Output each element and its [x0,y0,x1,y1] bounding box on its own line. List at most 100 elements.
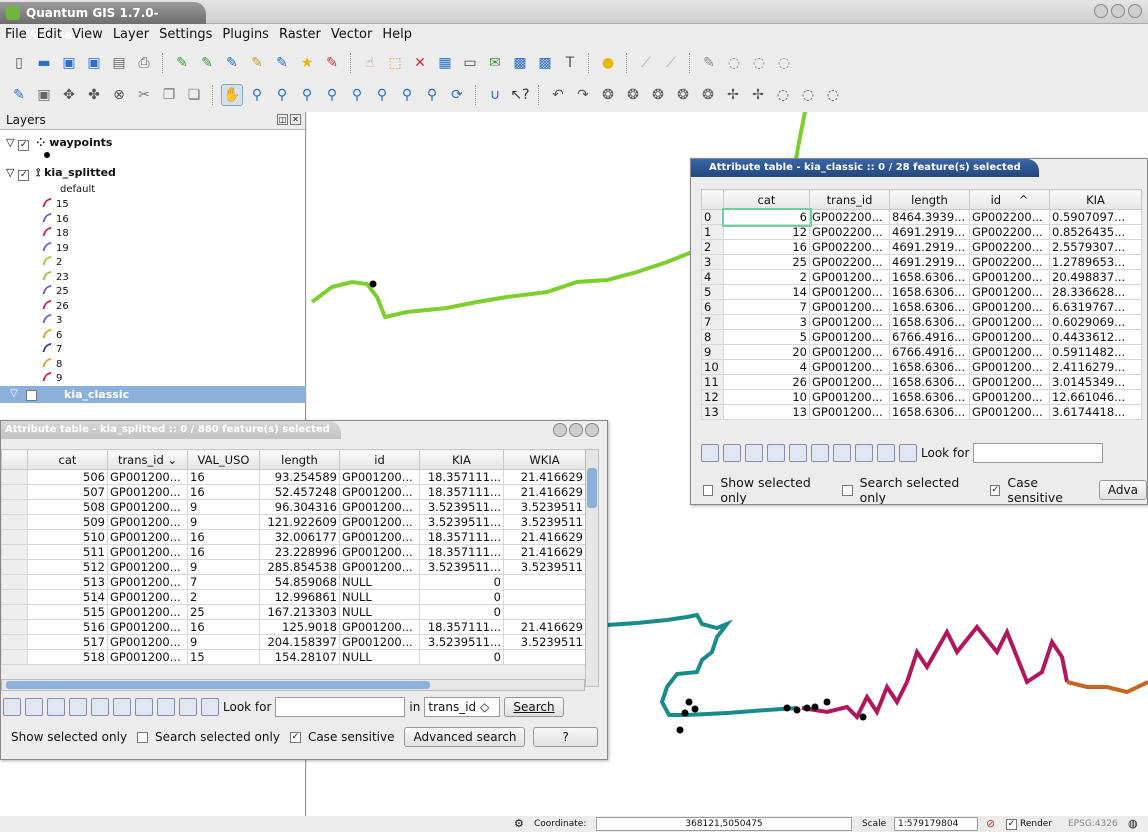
zoom-out-icon[interactable]: ⚲ [271,84,293,106]
delete-column-icon[interactable] [179,698,197,716]
coordinate-field[interactable]: 368121,5050475 [596,817,852,831]
table-cell[interactable]: 1658.6306... [889,299,970,315]
refresh-icon[interactable]: ⟳ [446,84,468,106]
table-cell[interactable]: 512 [27,559,108,575]
menu-help[interactable]: Help [377,24,417,46]
identify-icon[interactable]: ☝ [359,52,381,74]
row-header[interactable]: 2 [701,239,724,255]
remove-layer-icon[interactable]: ✎ [321,52,343,74]
table-cell[interactable]: NULL [339,604,420,620]
rotate-symbol-icon[interactable]: ◌ [772,84,794,106]
table-cell[interactable]: 518 [27,649,108,665]
copy-rows-icon[interactable] [767,444,785,462]
deselect-icon[interactable]: ✕ [409,52,431,74]
row-header[interactable] [1,574,28,590]
table-cell[interactable]: 125.9018 [259,619,340,635]
delete-selected-icon[interactable] [833,444,851,462]
add-spatialite-icon[interactable]: ✎ [246,52,268,74]
table-cell[interactable]: 18.357111... [419,544,504,560]
advanced-search-button[interactable]: Adva [1098,480,1147,500]
table-cell[interactable]: 16 [187,619,260,635]
paste-features-icon[interactable]: ❏ [183,84,205,106]
zoom-actual-icon[interactable]: ⚲ [421,84,443,106]
move-feature-icon[interactable]: ✥ [58,84,80,106]
table-cell[interactable]: 3.0145349... [1049,374,1142,390]
toggle-editing-icon[interactable] [113,698,131,716]
table-row[interactable]: 5 14 GP001200... 1658.6306... GP001200... 28.… [701,284,1142,300]
column-header-trans-id[interactable]: trans_id ⌄ [107,449,188,470]
field-calculator-icon[interactable] [201,698,219,716]
table-cell[interactable]: GP001200... [969,389,1050,405]
table-cell[interactable]: GP001200... [969,314,1050,330]
table-cell[interactable]: 0.5907097... [1049,209,1142,225]
table-cell[interactable]: NULL [339,649,420,665]
table-row[interactable]: 6 7 GP001200... 1658.6306... GP001200... 6.63… [701,299,1142,315]
table-row[interactable]: 4 2 GP001200... 1658.6306... GP001200... 20.4… [701,269,1142,285]
table-cell[interactable]: 510 [27,529,108,545]
table-cell[interactable]: GP001200... [339,469,420,485]
table-row[interactable]: 7 3 GP001200... 1658.6306... GP001200... 0.60… [701,314,1142,330]
save-as-icon[interactable]: ▣ [83,52,105,74]
table-cell[interactable]: 509 [27,514,108,530]
table-cell[interactable]: NULL [339,574,420,590]
row-header[interactable] [1,469,28,485]
table-cell[interactable]: GP001200... [339,499,420,515]
render-checkbox[interactable]: ✓ [1006,819,1017,830]
show-bookmarks-icon[interactable]: ▩ [534,52,556,74]
table-cell[interactable]: 16 [187,544,260,560]
table-cell[interactable]: GP001200... [339,634,420,650]
table-cell[interactable]: 3.5239511... [419,514,504,530]
invert-selection-icon[interactable] [47,698,65,716]
table-row[interactable]: 508 GP001200... 9 96.304316 GP001200... 3.523… [1,499,586,515]
table-cell[interactable]: GP001200... [809,329,890,345]
capture-point-icon[interactable]: ❂ [597,84,619,106]
table-cell[interactable]: GP002200... [809,239,890,255]
table-cell[interactable]: GP001200... [107,634,188,650]
search-selected-checkbox[interactable] [842,484,853,496]
table-cell[interactable]: GP001200... [107,649,188,665]
table-cell[interactable]: 96.304316 [259,499,340,515]
table-cell[interactable]: 507 [27,484,108,500]
table-cell[interactable]: 3.5239511... [419,559,504,575]
search-button[interactable]: Search [504,697,564,717]
table-cell[interactable]: 15 [187,649,260,665]
row-header[interactable]: 8 [701,329,724,345]
map-tips-icon[interactable]: ✉ [484,52,506,74]
new-project-icon[interactable]: ▯ [8,52,30,74]
table-row[interactable]: 509 GP001200... 9 121.922609 GP001200... 3.52… [1,514,586,530]
table-row[interactable]: 2 16 GP002200... 4691.2919... GP002200... 2.5… [701,239,1142,255]
row-header[interactable] [1,649,28,665]
plugin-icon[interactable]: ● [597,52,619,74]
table-row[interactable]: 12 10 GP001200... 1658.6306... GP001200... 12… [701,389,1142,405]
table-cell[interactable]: GP001200... [809,389,890,405]
table-cell[interactable]: GP001200... [107,529,188,545]
row-header[interactable] [1,499,28,515]
table-cell[interactable]: 3.5239511 [503,634,586,650]
close-button[interactable] [585,423,599,437]
table-cell[interactable]: 6766.4916... [889,344,970,360]
table-cell[interactable]: 3.5239511 [503,499,586,515]
table-row[interactable]: 516 GP001200... 16 125.9018 GP001200... 18.35… [1,619,586,635]
table-cell[interactable]: 0 [419,589,504,605]
table-row[interactable]: 11 26 GP001200... 1658.6306... GP001200... 3.… [701,374,1142,390]
table-row[interactable]: 506 GP001200... 16 93.254589 GP001200... 18.3… [1,469,586,485]
table-row[interactable]: 512 GP001200... 9 285.854538 GP001200... 3.52… [1,559,586,575]
new-layer-icon[interactable]: ★ [296,52,318,74]
table-cell[interactable]: 25 [723,254,810,270]
table-cell[interactable]: 513 [27,574,108,590]
capture-line-icon[interactable]: ❂ [622,84,644,106]
table-cell[interactable]: GP001200... [339,514,420,530]
zoom-next-icon[interactable]: ⚲ [396,84,418,106]
column-header-id[interactable]: id [339,449,420,470]
merge-features-icon[interactable]: ✢ [747,84,769,106]
table-cell[interactable]: GP001200... [107,544,188,560]
new-column-icon[interactable] [855,444,873,462]
table-cell[interactable]: 8464.3939... [889,209,970,225]
advanced-search-button[interactable]: Advanced search [404,727,526,747]
corner-header[interactable] [1,449,28,470]
table-cell[interactable]: 16 [187,484,260,500]
copy-rows-icon[interactable] [69,698,87,716]
add-vector-icon[interactable]: ✎ [171,52,193,74]
menu-view[interactable]: View [67,24,108,46]
table-cell[interactable]: GP001200... [107,589,188,605]
